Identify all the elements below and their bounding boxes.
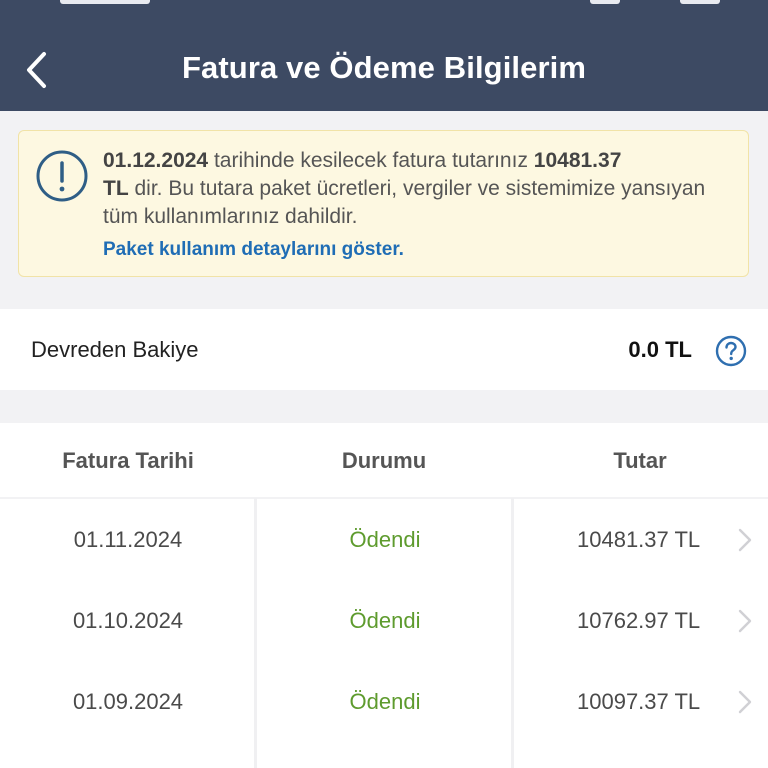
table-row[interactable]: 01.11.2024 Ödendi 10481.37 TL (0, 499, 768, 580)
info-exclamation-icon (36, 150, 88, 202)
invoice-status: Ödendi (349, 527, 421, 552)
status-bar-battery-remnant (680, 0, 720, 4)
status-bar-time-remnant (60, 0, 150, 4)
column-header-status: Durumu (341, 448, 427, 473)
invoice-date: 01.11.2024 (73, 527, 183, 552)
invoice-notice-box: 01.12.2024 tarihinde kesilecek fatura tu… (18, 130, 749, 277)
table-row[interactable]: 01.09.2024 Ödendi 10097.37 TL (0, 661, 768, 742)
invoice-amount: 10481.37 TL (577, 527, 701, 552)
invoice-amount-cell: 10481.37 TL (515, 499, 768, 580)
invoice-date: 01.09.2024 (72, 689, 184, 714)
invoice-date: 01.10.2024 (72, 608, 184, 633)
invoice-table: Fatura Tarihi Durumu Tutar 01.11.2024 Öd… (0, 423, 768, 768)
chevron-right-icon (738, 528, 752, 552)
chevron-right-icon (738, 609, 752, 633)
balance-value: 0.0 TL (628, 337, 692, 362)
notice-text-mid: tarihinde kesilecek fatura tutarınız (208, 149, 534, 172)
notice-message: 01.12.2024 tarihinde kesilecek fatura tu… (103, 147, 733, 231)
notice-amount: 10481.37 (533, 149, 622, 172)
chevron-right-icon (738, 690, 752, 714)
carried-balance-row: Devreden Bakiye 0.0 TL (0, 309, 768, 390)
page-title: Fatura ve Ödeme Bilgilerim (181, 50, 586, 85)
notice-text-end: dir. Bu tutara paket ücretleri, vergiler… (103, 177, 706, 228)
invoice-status: Ödendi (349, 689, 421, 714)
invoice-amount-cell: 10097.37 TL (515, 661, 768, 742)
invoice-status: Ödendi (349, 608, 421, 633)
question-circle-icon[interactable] (715, 335, 747, 367)
status-bar-signal-remnant (590, 0, 620, 4)
package-usage-details-link[interactable]: Paket kullanım detaylarını göster. (103, 239, 404, 261)
invoice-amount: 10097.37 TL (577, 689, 701, 714)
column-header-date: Fatura Tarihi (62, 448, 194, 473)
navigation-header: Fatura ve Ödeme Bilgilerim (0, 0, 768, 111)
column-header-amount: Tutar (613, 448, 667, 473)
notice-date: 01.12.2024 (103, 149, 209, 172)
invoice-amount-cell: 10762.97 TL (515, 580, 768, 661)
balance-label: Devreden Bakiye (31, 337, 199, 362)
invoice-amount: 10762.97 TL (577, 608, 701, 633)
notice-currency: TL (103, 177, 129, 200)
table-row[interactable]: 01.10.2024 Ödendi 10762.97 TL (0, 580, 768, 661)
